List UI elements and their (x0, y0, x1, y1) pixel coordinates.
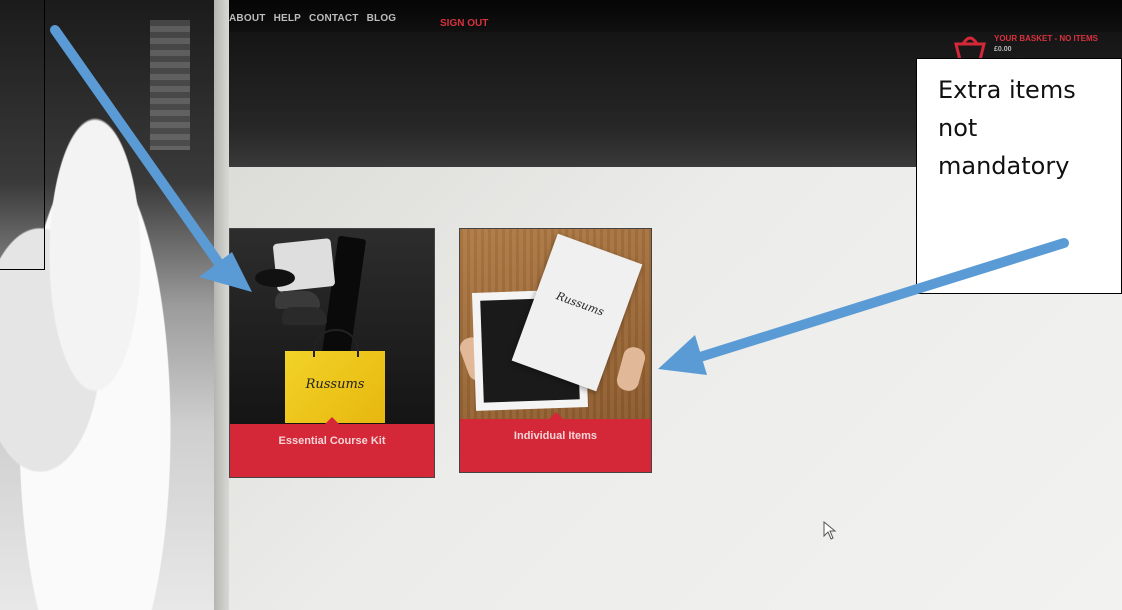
card-footer: Individual Items (460, 412, 651, 472)
callout-line: Extra items (938, 76, 1076, 104)
annotation-box-left (0, 0, 45, 270)
hat-shape (255, 269, 295, 287)
shoe-shape (282, 307, 327, 325)
card-footer: Essential Course Kit (230, 417, 434, 477)
divider-strip (214, 0, 229, 610)
basket-label: YOUR BASKET - NO ITEMS (994, 34, 1099, 43)
lid-logo: Russums (554, 289, 606, 319)
individual-items-image: Russums (457, 229, 651, 421)
basket-amount: £0.00 (994, 46, 1012, 53)
nav-link-about[interactable]: ABOUT (229, 13, 266, 24)
hand-shape (614, 344, 648, 394)
bag-logo: Russums (305, 377, 365, 392)
nav-link-help[interactable]: HELP (274, 13, 301, 24)
essential-course-kit-card[interactable]: Russums Essential Course Kit (229, 228, 435, 478)
annotation-callout: Extra items not mandatory (916, 58, 1122, 294)
callout-line: not (938, 114, 978, 142)
yellow-bag: Russums (285, 329, 385, 423)
card-label: Essential Course Kit (278, 435, 386, 447)
callout-line: mandatory (938, 152, 1070, 180)
sign-out-link[interactable]: SIGN OUT (440, 18, 488, 29)
mouse-cursor-icon (823, 521, 837, 540)
course-kit-image: Russums (230, 229, 434, 426)
nav-link-contact[interactable]: CONTACT (309, 13, 359, 24)
individual-items-card[interactable]: Russums Individual Items (457, 228, 652, 473)
main-nav: ABOUT HELP CONTACT BLOG (229, 13, 396, 24)
card-label: Individual Items (513, 430, 598, 442)
nav-link-blog[interactable]: BLOG (367, 13, 397, 24)
